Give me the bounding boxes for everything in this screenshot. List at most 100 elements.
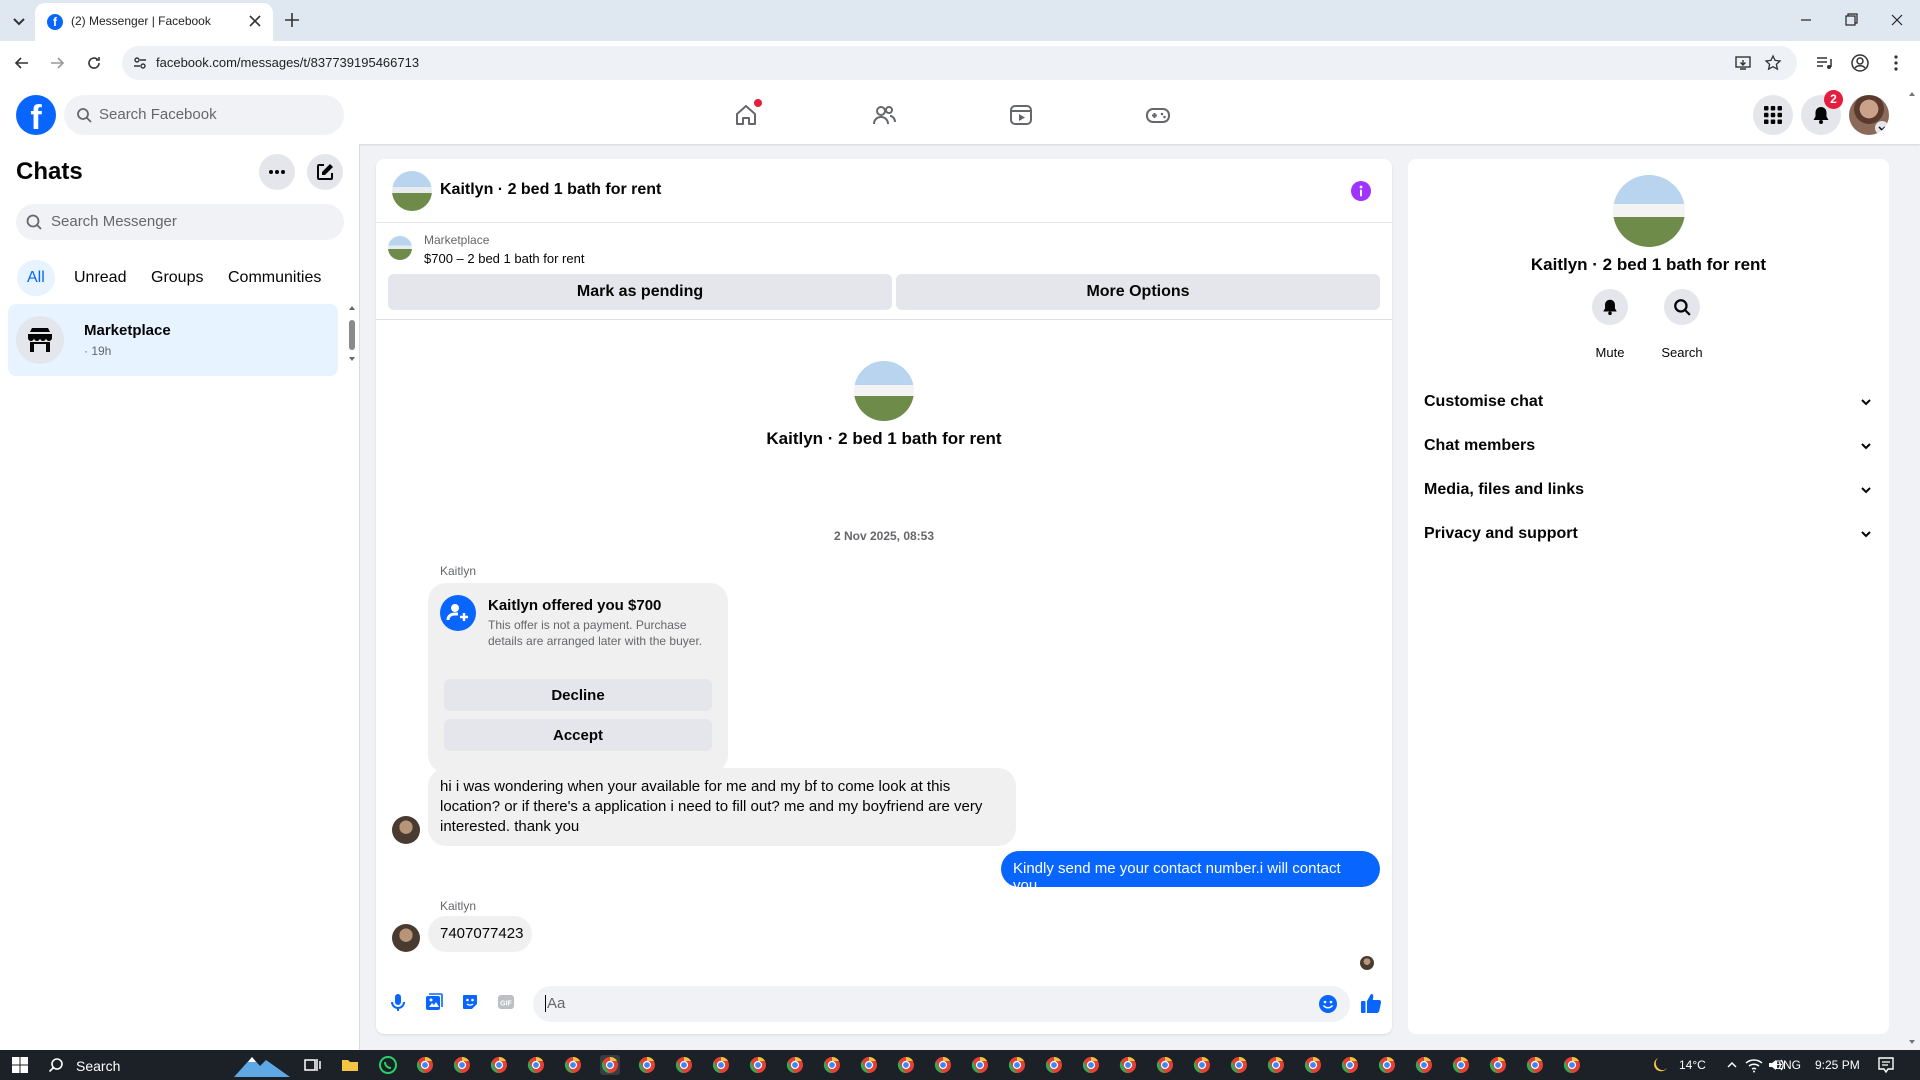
outgoing-message[interactable]: Kindly send me your contact number.i wil…: [1001, 851, 1380, 894]
conversation-info-icon[interactable]: [1351, 181, 1371, 201]
site-info-icon[interactable]: [132, 55, 148, 71]
mark-as-pending-button[interactable]: Mark as pending: [388, 274, 892, 310]
chrome-taskbar-icon[interactable]: [1155, 1055, 1175, 1075]
windows-start-icon[interactable]: [10, 1055, 30, 1075]
conversation-title[interactable]: Kaitlyn · 2 bed 1 bath for rent: [440, 181, 661, 199]
chrome-taskbar-icon[interactable]: [748, 1055, 768, 1075]
filter-communities[interactable]: Communities: [218, 260, 331, 296]
chrome-taskbar-icon[interactable]: [600, 1055, 620, 1075]
wifi-icon[interactable]: [1744, 1055, 1764, 1075]
back-icon[interactable]: [12, 53, 32, 73]
notification-center-icon[interactable]: [1876, 1055, 1896, 1075]
incoming-message[interactable]: hi i was wondering when your available f…: [428, 768, 1016, 846]
nav-home[interactable]: [726, 95, 766, 135]
chat-list-item-marketplace[interactable]: Marketplace · 19h: [8, 304, 338, 376]
chrome-taskbar-icon[interactable]: [785, 1055, 805, 1075]
nav-video[interactable]: [1001, 95, 1041, 135]
new-tab-icon[interactable]: [282, 10, 302, 30]
browser-menu-icon[interactable]: [1886, 53, 1906, 73]
messenger-search-input[interactable]: Search Messenger: [16, 204, 344, 240]
chrome-taskbar-icon[interactable]: [1266, 1055, 1286, 1075]
chrome-taskbar-icon[interactable]: [1451, 1055, 1471, 1075]
chrome-taskbar-icon[interactable]: [896, 1055, 916, 1075]
close-tab-icon[interactable]: [245, 11, 265, 31]
nav-gaming[interactable]: [1138, 95, 1178, 135]
chrome-taskbar-icon[interactable]: [1303, 1055, 1323, 1075]
nav-friends[interactable]: [864, 95, 904, 135]
chrome-taskbar-icon[interactable]: [1525, 1055, 1545, 1075]
file-explorer-icon[interactable]: [340, 1055, 360, 1075]
sticker-icon[interactable]: [460, 992, 480, 1012]
forward-icon[interactable]: [47, 53, 67, 73]
account-avatar[interactable]: [1849, 95, 1889, 135]
listing-detail[interactable]: $700 – 2 bed 1 bath for rent: [424, 251, 584, 266]
tab-list-button[interactable]: [8, 10, 30, 32]
chrome-taskbar-icon[interactable]: [1192, 1055, 1212, 1075]
filter-all[interactable]: All: [17, 260, 55, 296]
sidebar-scrollbar[interactable]: [347, 304, 357, 364]
notifications-button[interactable]: 2: [1801, 90, 1843, 135]
chrome-taskbar-icon[interactable]: [1118, 1055, 1138, 1075]
chrome-taskbar-icon[interactable]: [415, 1055, 435, 1075]
chrome-taskbar-icon[interactable]: [674, 1055, 694, 1075]
decline-offer-button[interactable]: Decline: [444, 679, 712, 711]
task-view-icon[interactable]: [302, 1055, 322, 1075]
browser-tab[interactable]: f (2) Messenger | Facebook: [35, 3, 273, 41]
intro-avatar[interactable]: [854, 361, 914, 421]
chrome-taskbar-icon[interactable]: [1044, 1055, 1064, 1075]
chrome-taskbar-icon[interactable]: [637, 1055, 657, 1075]
emoji-icon[interactable]: [1318, 994, 1338, 1014]
profile-icon[interactable]: [1850, 53, 1870, 73]
message-input[interactable]: Aa: [533, 986, 1350, 1022]
bookmark-star-icon[interactable]: [1764, 54, 1782, 72]
customise-chat-section[interactable]: Customise chat: [1424, 380, 1874, 424]
install-app-icon[interactable]: [1734, 54, 1752, 72]
taskbar-search[interactable]: Search: [44, 1053, 294, 1077]
chrome-taskbar-icon[interactable]: [1340, 1055, 1360, 1075]
chrome-taskbar-icon[interactable]: [1007, 1055, 1027, 1075]
chrome-taskbar-icon[interactable]: [1377, 1055, 1397, 1075]
reload-icon[interactable]: [84, 53, 104, 73]
sender-avatar[interactable]: [392, 816, 420, 844]
details-avatar[interactable]: [1613, 175, 1685, 247]
attach-image-icon[interactable]: [424, 992, 444, 1012]
chrome-taskbar-icon[interactable]: [1414, 1055, 1434, 1075]
show-hidden-icons-chevron-icon[interactable]: [1722, 1055, 1742, 1075]
chrome-taskbar-icon[interactable]: [859, 1055, 879, 1075]
chat-options-button[interactable]: [259, 154, 295, 190]
filter-groups[interactable]: Groups: [141, 260, 213, 296]
input-language-label[interactable]: ENG: [1775, 1058, 1801, 1072]
filter-unread[interactable]: Unread: [64, 260, 136, 296]
close-window-icon[interactable]: [1887, 10, 1907, 30]
accept-offer-button[interactable]: Accept: [444, 719, 712, 751]
weather-moon-icon[interactable]: [1650, 1055, 1670, 1075]
chat-members-section[interactable]: Chat members: [1424, 424, 1874, 468]
url-bar[interactable]: facebook.com/messages/t/837739195466713: [122, 46, 1797, 80]
privacy-support-section[interactable]: Privacy and support: [1424, 512, 1874, 556]
chrome-taskbar-icon[interactable]: [933, 1055, 953, 1075]
menu-button[interactable]: [1753, 95, 1793, 135]
temperature[interactable]: 14°C: [1679, 1058, 1706, 1072]
chrome-taskbar-icon[interactable]: [452, 1055, 472, 1075]
facebook-search-input[interactable]: Search Facebook: [64, 95, 344, 135]
new-message-button[interactable]: [307, 154, 343, 190]
page-scrollbar[interactable]: [1906, 88, 1918, 1048]
chrome-taskbar-icon[interactable]: [526, 1055, 546, 1075]
search-in-conversation-button[interactable]: [1664, 289, 1700, 325]
chrome-taskbar-icon[interactable]: [822, 1055, 842, 1075]
like-thumbs-up-icon[interactable]: [1360, 992, 1382, 1014]
more-options-button[interactable]: More Options: [896, 274, 1380, 310]
media-control-icon[interactable]: [1814, 53, 1834, 73]
chrome-taskbar-icon[interactable]: [1562, 1055, 1582, 1075]
sender-avatar[interactable]: [392, 924, 420, 952]
chrome-taskbar-icon[interactable]: [1488, 1055, 1508, 1075]
media-files-links-section[interactable]: Media, files and links: [1424, 468, 1874, 512]
gif-icon[interactable]: GIF: [496, 992, 516, 1012]
facebook-logo-icon[interactable]: f: [16, 95, 56, 135]
listing-thumbnail[interactable]: [388, 236, 412, 260]
minimize-window-icon[interactable]: [1796, 10, 1816, 30]
mute-button[interactable]: [1592, 289, 1628, 325]
restore-window-icon[interactable]: [1841, 10, 1861, 30]
chrome-taskbar-icon[interactable]: [711, 1055, 731, 1075]
whatsapp-icon[interactable]: [378, 1055, 398, 1075]
